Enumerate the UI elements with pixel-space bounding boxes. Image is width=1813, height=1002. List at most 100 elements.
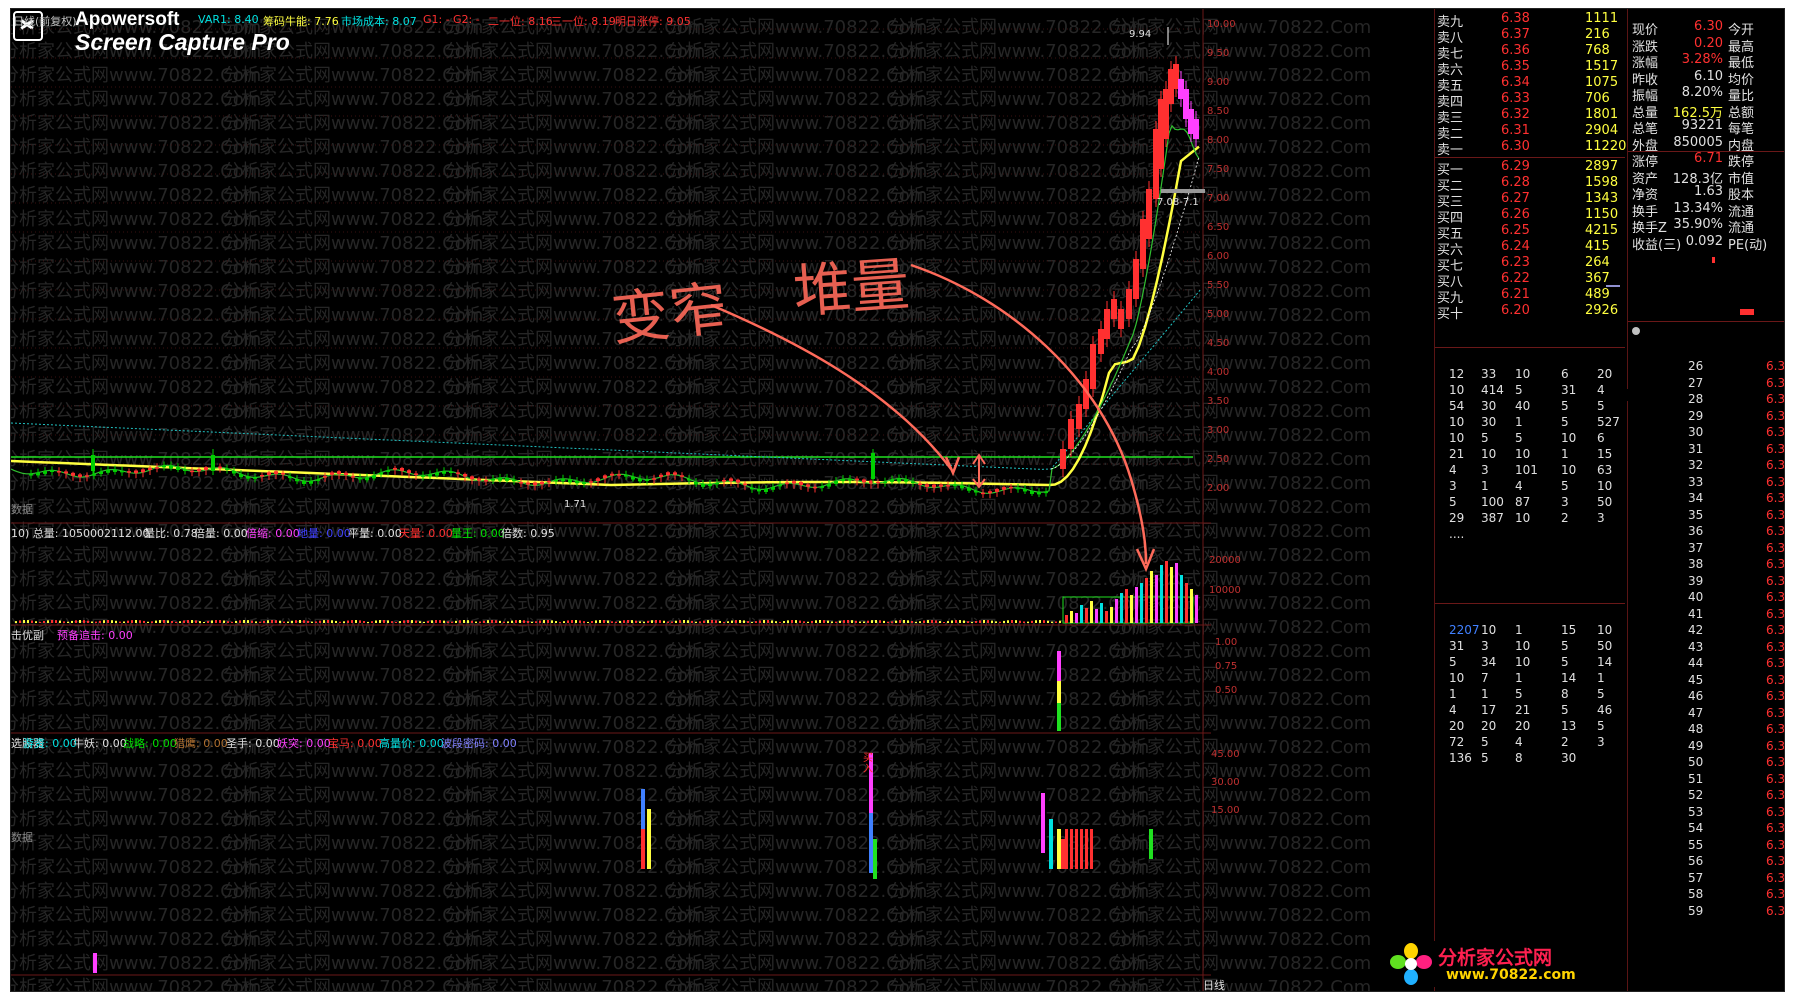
- volume-bar: [143, 620, 145, 623]
- volume-bar: [375, 620, 377, 623]
- volume-bar: [847, 620, 849, 623]
- sell1-queue-cell: 54: [1449, 399, 1465, 413]
- sell1-queue-cell: 33: [1481, 367, 1497, 381]
- volume-bar: [495, 620, 497, 623]
- volume-bar: [199, 621, 201, 623]
- sell-level-volume: 768: [1585, 43, 1610, 58]
- tick-price: 6.3: [1766, 425, 1785, 439]
- tick-price: 6.3: [1766, 656, 1785, 670]
- candle: [1193, 119, 1199, 139]
- tick-number: 48: [1688, 722, 1704, 736]
- volume-bar: [231, 621, 233, 623]
- volume-bar: [1105, 611, 1108, 623]
- tick-number: 46: [1688, 689, 1704, 703]
- volume-bar: [907, 620, 909, 623]
- tick-trade-panel: 26 6.3 27 6.3 28 6.3 29 6.3 30 6.3 31 6.3 32 6.3 33 6.3…: [1627, 359, 1785, 991]
- buy-level-price: 6.24: [1501, 239, 1530, 254]
- tick-number: 42: [1688, 623, 1704, 637]
- sell1-queue-cell: 4: [1597, 383, 1605, 397]
- info-value: 6.30: [1694, 19, 1723, 34]
- volume-bar: [1165, 561, 1168, 623]
- volume-bar: [607, 620, 609, 623]
- volume-bar: [719, 620, 721, 623]
- volume-bar: [1195, 595, 1198, 623]
- buy-level-volume: 2897: [1585, 159, 1619, 174]
- indicator2-name[interactable]: 击优副: [11, 627, 44, 643]
- buy1-queue-cell: 8: [1561, 687, 1569, 701]
- volume-bar: [127, 620, 129, 623]
- volume-bar: [363, 621, 365, 623]
- candle: [491, 479, 495, 481]
- buy-level-price: 6.20: [1501, 303, 1530, 318]
- candle: [407, 470, 411, 473]
- sell1-queue-cell: 10: [1515, 447, 1531, 461]
- tick-price: 6.3: [1766, 639, 1785, 654]
- tick-number: 47: [1688, 705, 1704, 720]
- buy1-queue-cell: 17: [1481, 703, 1497, 717]
- period-label-bottom[interactable]: 日线: [1203, 977, 1225, 991]
- buy1-queue-cell: 5: [1597, 687, 1605, 701]
- volume-bar: [543, 620, 545, 623]
- tick-price: 6.3: [1766, 887, 1785, 901]
- candle: [694, 481, 698, 485]
- volume-bar: [15, 621, 17, 623]
- tick-price: 6.3: [1766, 738, 1785, 753]
- volume-bar: [331, 620, 333, 623]
- volume-bar: [95, 621, 97, 623]
- volume-bar: [627, 620, 629, 623]
- sell1-queue-cell: 30: [1481, 415, 1497, 429]
- candle: [967, 487, 971, 491]
- candle: [267, 472, 271, 476]
- indicator-bar: [873, 839, 877, 879]
- volume-bar: [1160, 565, 1163, 623]
- candle: [85, 475, 89, 477]
- buy1-queue-cell: 20: [1449, 719, 1465, 733]
- price-tick: 4.50: [1207, 338, 1230, 349]
- volume-bar: [771, 620, 773, 623]
- volume-bar: [35, 621, 37, 623]
- volume-bar: [891, 621, 893, 623]
- left-data-label-1: 数据: [11, 503, 33, 516]
- signal-bar: [1057, 703, 1061, 731]
- volume-bar: [947, 621, 949, 623]
- settings-icon[interactable]: [1632, 327, 1640, 335]
- candle: [876, 481, 880, 484]
- candle: [302, 480, 306, 484]
- candle: [631, 476, 635, 480]
- indicator-bar: [1149, 829, 1153, 859]
- candle: [659, 474, 663, 477]
- candle: [148, 468, 152, 470]
- stock-info-panel: 现价 6.30 今开 涨跌 0.20 最高 涨幅 3.28% 最低 昨收 6.10 均价 振幅 8.20%…: [1606, 9, 1784, 389]
- candle: [547, 480, 551, 483]
- buy1-queue-cell: 5: [1449, 655, 1457, 669]
- volume-bar: [287, 621, 289, 623]
- candle: [526, 482, 530, 485]
- volume-bar: [511, 620, 513, 623]
- volume-bar: [1003, 620, 1005, 623]
- info-key: 收益(三): [1632, 237, 1682, 253]
- volume-bar: [39, 621, 41, 623]
- volume-bar: [271, 620, 273, 623]
- volume-bar: [71, 620, 73, 623]
- sell1-queue-cell: 31: [1561, 383, 1577, 397]
- candle: [666, 472, 670, 476]
- sell-level-volume: 1517: [1585, 59, 1619, 74]
- buy1-queue-cell: 10: [1481, 623, 1497, 637]
- volume-bar: [139, 620, 141, 623]
- candle: [764, 489, 768, 492]
- volume-bar: [811, 620, 813, 623]
- tick-price: 6.3: [1766, 788, 1785, 802]
- candle: [988, 491, 992, 494]
- volume-bar: [935, 620, 937, 623]
- volume-bar: [251, 620, 253, 623]
- volume-bar: [903, 620, 905, 623]
- candle: [204, 467, 208, 471]
- candle: [995, 488, 999, 492]
- kline-chart[interactable]: [11, 9, 1211, 991]
- volume-bar: [319, 620, 321, 623]
- sell1-queue-cell: 4: [1449, 463, 1457, 477]
- tick-number: 59: [1688, 903, 1704, 918]
- volume-bar: [191, 620, 193, 623]
- candle: [715, 482, 719, 485]
- candle: [946, 485, 950, 487]
